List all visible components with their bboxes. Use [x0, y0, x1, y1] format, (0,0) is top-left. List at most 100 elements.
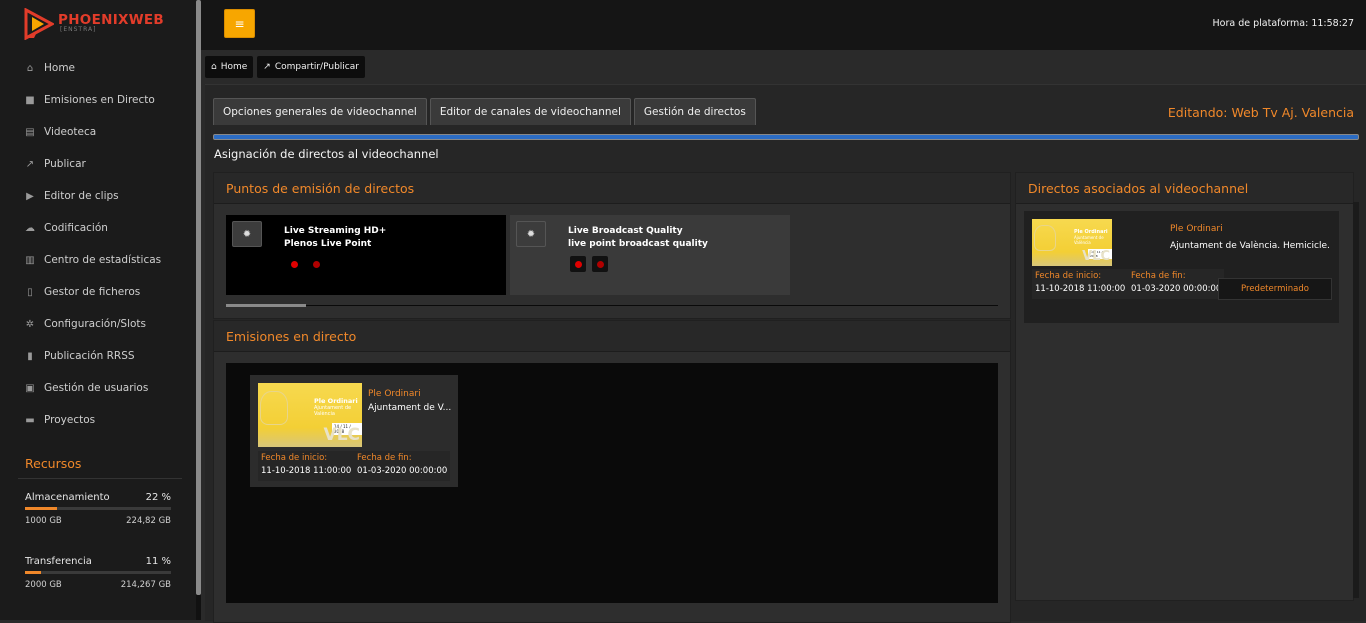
resources-title: Recursos — [25, 456, 82, 471]
sidebar-item-label: Configuración/Slots — [44, 318, 146, 330]
emission-point-card[interactable]: ✹ Live Streaming HD+ Plenos Live Point — [226, 215, 506, 295]
live-record-indicator[interactable] — [286, 256, 302, 272]
sidebar-item-videoteca[interactable]: ▤ Videoteca — [0, 116, 196, 148]
home-icon: ⌂ — [211, 62, 217, 72]
storage-used: 224,82 GB — [126, 516, 171, 526]
phone-icon: ▮ — [27, 350, 33, 362]
editing-label: Editando: Web Tv Aj. Valencia — [1167, 105, 1354, 120]
thumbnail-vlc: VLC — [323, 425, 360, 445]
storage-resource: Almacenamiento 22 % 1000 GB 224,82 GB — [25, 492, 171, 526]
transfer-resource: Transferencia 11 % 2000 GB 214,267 GB — [25, 556, 171, 590]
associated-live-card[interactable]: Ple Ordinari Ajuntament de València 14 /… — [1024, 211, 1339, 323]
live-emission-card[interactable]: Ple Ordinari Ajuntament de València 14 /… — [250, 375, 458, 487]
sidebar-scrollbar[interactable] — [196, 0, 201, 620]
card-dates: Fecha de inicio: 11-10-2018 11:00:00 Fech… — [1032, 269, 1224, 299]
sidebar-item-label: Proyectos — [44, 414, 96, 426]
sidebar-item-statistics[interactable]: ▥ Centro de estadísticas — [0, 244, 196, 276]
live-record-indicator[interactable] — [570, 256, 586, 272]
camera-icon: ■ — [25, 94, 35, 106]
sidebar-item-label: Gestión de usuarios — [44, 382, 149, 394]
emission-point-line1: Live Streaming HD+ — [284, 226, 387, 236]
storage-progress-bar — [25, 507, 171, 510]
file-icon: ▯ — [27, 286, 33, 298]
sidebar-item-label: Gestor de ficheros — [44, 286, 141, 298]
sidebar-item-users[interactable]: ▣ Gestión de usuarios — [0, 372, 196, 404]
emission-point-line1: Live Broadcast Quality — [568, 226, 683, 236]
sidebar-item-label: Editor de clips — [44, 190, 119, 202]
scrollbar-thumb[interactable] — [196, 0, 201, 595]
emission-points-title: Puntos de emisión de directos — [214, 173, 1010, 204]
emission-point-name: Live Streaming HD+ Plenos Live Point — [284, 225, 386, 251]
sidebar: PHOENIXWEB [ENSTRA] ⌂ Home ■ Emisiones en … — [0, 0, 196, 620]
settings-gear-button[interactable]: ✹ — [516, 221, 546, 247]
top-bar: ≡ Hora de plataforma: 11:58:27 — [201, 0, 1366, 50]
start-date-label: Fecha de inicio: — [1035, 271, 1102, 281]
tab-channel-editor[interactable]: Editor de canales de videochannel — [429, 98, 631, 125]
transfer-percent: 11 % — [145, 556, 171, 567]
associated-scrollbar[interactable] — [1353, 202, 1359, 598]
tab-underline-bar — [213, 134, 1359, 140]
transfer-label: Transferencia — [25, 556, 92, 567]
end-date-label: Fecha de fin: — [357, 453, 412, 463]
sidebar-item-projects[interactable]: ▬ Proyectos — [0, 404, 196, 436]
breadcrumb: ⌂ Home ↗ Compartir/Publicar — [205, 56, 365, 78]
sidebar-item-rrss[interactable]: ▮ Publicación RRSS — [0, 340, 196, 372]
transfer-progress-bar — [25, 571, 171, 574]
breadcrumb-share-publish[interactable]: ↗ Compartir/Publicar — [257, 56, 365, 78]
gear-icon: ✹ — [526, 228, 536, 240]
settings-gear-button[interactable]: ✹ — [232, 221, 262, 247]
video-thumbnail[interactable]: Ple Ordinari Ajuntament de València 14 /… — [1032, 219, 1112, 266]
default-badge-button[interactable]: Predeterminado — [1218, 278, 1332, 300]
sidebar-item-clip-editor[interactable]: ▶ Editor de clips — [0, 180, 196, 212]
tab-general-options[interactable]: Opciones generales de videochannel — [213, 98, 427, 125]
breadcrumb-label: Compartir/Publicar — [274, 62, 359, 72]
sidebar-item-home[interactable]: ⌂ Home — [0, 52, 196, 84]
horizontal-scroll-thumb[interactable] — [226, 304, 306, 307]
storage-progress-fill — [25, 507, 58, 510]
sidebar-item-label: Codificación — [44, 222, 108, 234]
sidebar-item-file-manager[interactable]: ▯ Gestor de ficheros — [0, 276, 196, 308]
brand-subtitle: [ENSTRA] — [60, 26, 97, 33]
sidebar-item-label: Publicar — [44, 158, 86, 170]
sidebar-item-live-emissions[interactable]: ■ Emisiones en Directo — [0, 84, 196, 116]
sidebar-item-publish[interactable]: ↗ Publicar — [0, 148, 196, 180]
thumbnail-subtitle: Ajuntament de València — [314, 405, 352, 417]
end-date-value: 01-03-2020 00:00:00 — [357, 466, 448, 476]
horizontal-scroll-track[interactable] — [226, 305, 998, 306]
transfer-progress-fill — [25, 571, 42, 574]
card-title: Ple Ordinari — [1170, 224, 1223, 234]
card-dates: Fecha de inicio: 11-10-2018 11:00:00 Fech… — [258, 451, 450, 481]
emission-point-line2: live point broadcast quality — [568, 239, 708, 249]
video-thumbnail[interactable]: Ple Ordinari Ajuntament de València 14 /… — [258, 383, 362, 447]
live-signal-indicator[interactable] — [592, 256, 608, 272]
start-date-label: Fecha de inicio: — [261, 453, 328, 463]
live-emissions-panel: Emisiones en directo Ple Ordinari Ajunta… — [213, 320, 1011, 623]
gear-icon: ✲ — [25, 318, 35, 330]
video-icon: ▶ — [26, 190, 34, 202]
sidebar-item-label: Publicación RRSS — [44, 350, 135, 362]
platform-clock: Hora de plataforma: 11:58:27 — [1212, 18, 1355, 29]
breadcrumb-home[interactable]: ⌂ Home — [205, 56, 254, 78]
end-date-value: 01-03-2020 00:00:00 — [1131, 284, 1222, 294]
live-signal-indicator[interactable] — [308, 256, 324, 272]
divider — [18, 478, 182, 479]
sidebar-item-label: Videoteca — [44, 126, 97, 138]
hamburger-icon: ≡ — [234, 16, 245, 31]
sidebar-item-label: Emisiones en Directo — [44, 94, 155, 106]
share-icon: ↗ — [25, 158, 35, 170]
emission-points-panel: Puntos de emisión de directos ✹ Live Str… — [213, 172, 1011, 319]
sidebar-item-encoding[interactable]: ☁ Codificación — [0, 212, 196, 244]
end-date-label: Fecha de fin: — [1131, 271, 1186, 281]
tab-live-management[interactable]: Gestión de directos — [633, 98, 756, 125]
gear-icon: ✹ — [242, 228, 252, 240]
menu-toggle-button[interactable]: ≡ — [224, 9, 255, 38]
logo[interactable]: PHOENIXWEB [ENSTRA] — [24, 6, 194, 42]
cloud-icon: ☁ — [25, 222, 35, 234]
card-subtitle: Ajuntament de València. Hemicicle. — [1170, 241, 1330, 251]
sidebar-item-configuration[interactable]: ✲ Configuración/Slots — [0, 308, 196, 340]
emission-point-card[interactable]: ✹ Live Broadcast Quality live point broad… — [510, 215, 790, 295]
start-date-value: 11-10-2018 11:00:00 — [261, 466, 352, 476]
city-crest-icon — [1034, 225, 1056, 251]
emission-point-line2: Plenos Live Point — [284, 239, 372, 249]
film-icon: ▤ — [25, 126, 35, 138]
